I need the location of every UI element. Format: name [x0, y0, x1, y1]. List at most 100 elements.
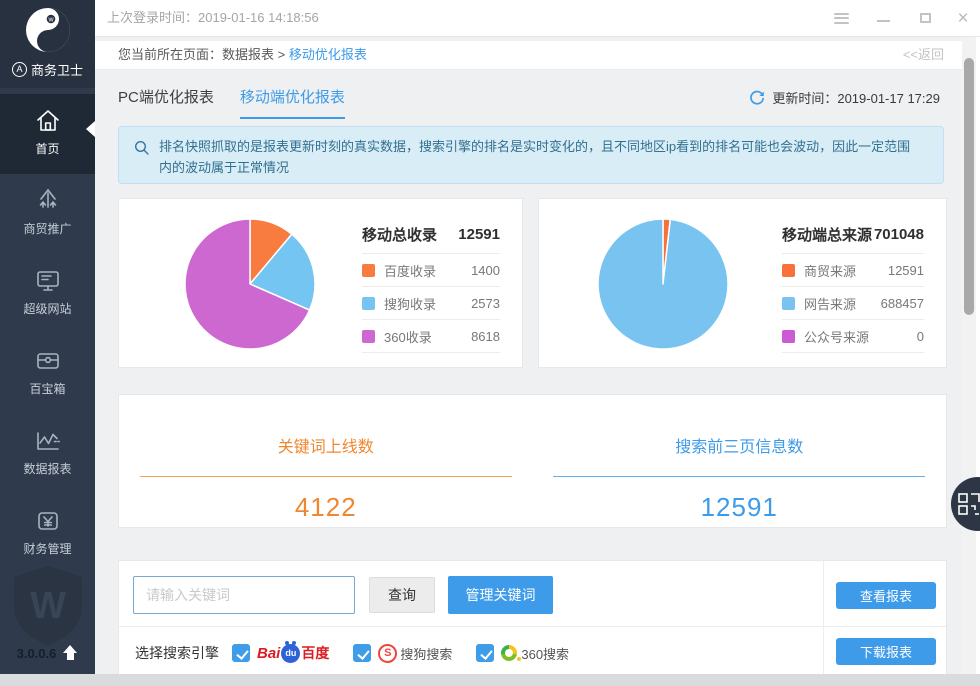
notice-text: 排名快照抓取的是报表更新时刻的真实数据，搜索引擎的排名是实时变化的，且不同地区i… — [159, 139, 911, 175]
update-time: 更新时间：2019-01-17 17:29 — [772, 91, 940, 106]
search-icon — [134, 140, 149, 155]
legend-row: 搜狗收录 2573 — [362, 286, 500, 319]
download-report-button[interactable]: 下载报表 — [836, 638, 936, 665]
vertical-divider — [823, 561, 824, 685]
back-link[interactable]: <<返回 — [903, 41, 944, 69]
monitor-icon — [36, 271, 59, 291]
report-tabs: PC端优化报表 移动端优化报表 — [118, 86, 345, 119]
menu-icon[interactable] — [824, 0, 858, 36]
legend-title-value: 12591 — [458, 225, 500, 243]
stat-keywords-online: 关键词上线数 4122 — [119, 395, 533, 527]
brand-swirl-icon: w — [25, 8, 70, 52]
sidebar-item-label: 百宝箱 — [29, 382, 66, 396]
app-version: 3.0.0.6 — [16, 646, 57, 661]
breadcrumb-separator: > — [277, 47, 286, 62]
legend-label: 公众号来源 — [804, 329, 870, 345]
legend-label: 商贸来源 — [804, 263, 857, 279]
legend-row: 百度收录 1400 — [362, 253, 500, 286]
app-window: w A 商务卫士 首页 商贸推广 超级网站 百宝箱 数据报表 财务管理 W 3.… — [0, 0, 980, 686]
window-bottom-edge — [0, 674, 980, 686]
legend-value: 2573 — [471, 295, 500, 311]
sidebar-item-promotion[interactable]: 商贸推广 — [0, 174, 95, 254]
window-right-edge — [976, 37, 980, 674]
legend-value: 0 — [916, 328, 924, 344]
keyword-card: 查询 管理关键词 查看报表 下载报表 选择搜索引擎 Bai du 百度 S 搜狗… — [118, 560, 947, 686]
brand-logo-area: w A 商务卫士 — [0, 0, 95, 88]
legend-value: 12591 — [887, 262, 924, 278]
refresh-icon[interactable] — [749, 90, 765, 106]
maximize-icon[interactable] — [908, 0, 942, 36]
breadcrumb-section[interactable]: 数据报表 — [222, 47, 274, 62]
brand-name: 商务卫士 — [30, 63, 83, 78]
last-login-time: 上次登录时间：2019-01-16 14:18:56 — [107, 10, 319, 25]
pie-card-mobile-sources: 移动端总来源 701048 商贸来源 12591 网告来源 688457 公众号… — [538, 198, 947, 368]
view-report-button[interactable]: 查看报表 — [836, 582, 936, 609]
stat-underline — [553, 476, 926, 477]
sidebar-item-label: 商贸推广 — [23, 222, 72, 236]
scrollbar-thumb[interactable] — [964, 58, 974, 315]
sidebar-item-reports[interactable]: 数据报表 — [0, 414, 95, 494]
legend-label: 搜狗收录 — [384, 296, 437, 312]
legend-value: 688457 — [880, 295, 924, 311]
stats-card: 关键词上线数 4122 搜索前三页信息数 12591 — [118, 394, 947, 528]
engine-baidu: Bai du 百度 — [232, 640, 330, 663]
qr-float-button[interactable] — [951, 477, 980, 531]
svg-text:W: W — [30, 585, 66, 627]
brand-badge-icon: A — [11, 62, 27, 77]
legend-swatch — [782, 329, 795, 343]
legend-swatch — [782, 296, 795, 310]
s360-checkbox[interactable] — [476, 644, 495, 662]
legend-swatch — [362, 263, 375, 277]
pie-chart-mobile-index — [184, 218, 316, 350]
legend-value: 1400 — [471, 262, 500, 278]
stat-top3-info: 搜索前三页信息数 12591 — [533, 395, 947, 527]
keyword-input[interactable] — [133, 576, 355, 614]
tab-mobile-report[interactable]: 移动端优化报表 — [239, 86, 345, 119]
title-bar: 上次登录时间：2019-01-16 14:18:56 × — [95, 0, 980, 37]
legend-title-value: 701048 — [873, 225, 924, 243]
baidu-logo-cn: 百度 — [301, 645, 330, 661]
query-button[interactable]: 查询 — [369, 577, 435, 613]
sidebar-item-label: 超级网站 — [23, 302, 72, 316]
home-icon — [36, 110, 59, 131]
manage-keywords-button[interactable]: 管理关键词 — [448, 576, 553, 614]
legend: 移动总收录 12591 百度收录 1400 搜狗收录 2573 360收录 86… — [362, 215, 500, 353]
engine-row-label: 选择搜索引擎 — [135, 645, 219, 661]
tab-pc-report[interactable]: PC端优化报表 — [118, 86, 214, 119]
sidebar-item-label: 数据报表 — [23, 462, 72, 476]
baidu-checkbox[interactable] — [232, 644, 250, 662]
breadcrumb-prefix: 您当前所在页面： — [118, 47, 223, 62]
chart-icon — [36, 432, 60, 450]
stat-label: 搜索前三页信息数 — [675, 439, 804, 456]
update-arrow-icon[interactable] — [62, 645, 78, 662]
legend-title-label: 移动总收录 — [362, 226, 438, 244]
sidebar-item-label: 首页 — [35, 142, 60, 156]
s360-logo-icon — [501, 645, 522, 661]
minimize-icon[interactable] — [866, 0, 900, 36]
engine-sogou: S 搜狗搜索 — [353, 643, 453, 663]
pie-chart-mobile-sources — [597, 218, 729, 350]
active-item-arrow — [86, 121, 95, 137]
sogou-checkbox[interactable] — [353, 644, 372, 662]
close-icon[interactable]: × — [946, 0, 980, 36]
sidebar-item-toolbox[interactable]: 百宝箱 — [0, 334, 95, 414]
baidu-paw-icon: du — [281, 640, 301, 663]
scrollbar-track[interactable] — [962, 37, 976, 674]
legend-value: 8618 — [471, 328, 500, 344]
stat-label: 关键词上线数 — [277, 439, 374, 456]
legend: 移动端总来源 701048 商贸来源 12591 网告来源 688457 公众号… — [782, 215, 924, 353]
notice-banner: 排名快照抓取的是报表更新时刻的真实数据，搜索引擎的排名是实时变化的，且不同地区i… — [118, 126, 944, 184]
sogou-label: 搜狗搜索 — [400, 646, 453, 662]
pie-card-mobile-index: 移动总收录 12591 百度收录 1400 搜狗收录 2573 360收录 86… — [118, 198, 523, 368]
sidebar-item-website[interactable]: 超级网站 — [0, 254, 95, 334]
sidebar-item-home[interactable]: 首页 — [0, 94, 95, 174]
engine-360: 360搜索 — [476, 644, 569, 663]
legend-row: 网告来源 688457 — [782, 286, 924, 319]
shield-watermark: W — [14, 566, 82, 645]
s360-label: 360搜索 — [521, 646, 570, 662]
stat-underline — [139, 476, 512, 477]
stat-value: 4122 — [294, 492, 357, 522]
baidu-logo: Bai — [257, 644, 281, 662]
breadcrumb-current[interactable]: 移动优化报表 — [289, 47, 367, 62]
legend-title-label: 移动端总来源 — [782, 226, 873, 244]
